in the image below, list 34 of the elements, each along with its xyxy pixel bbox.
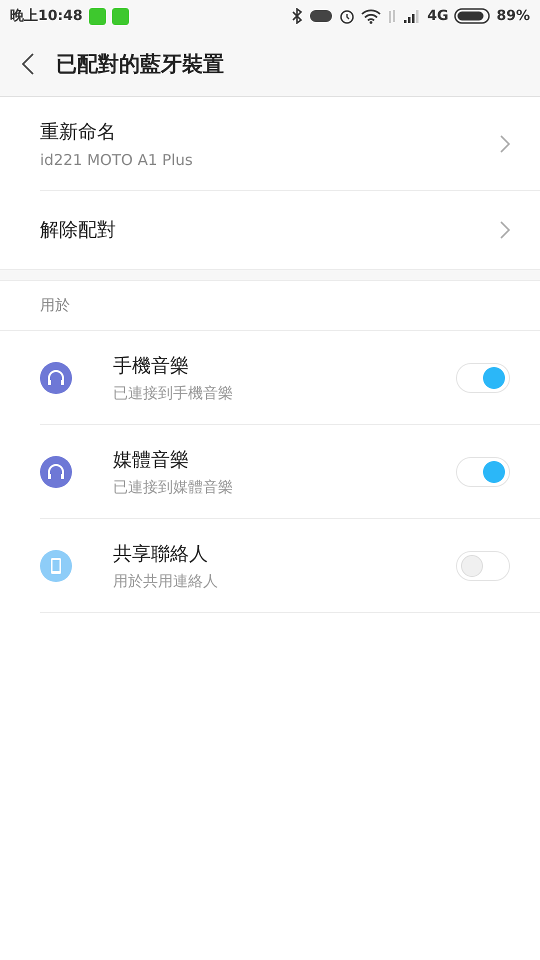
settings-item[interactable]: 重新命名 id221 MOTO A1 Plus <box>0 97 540 190</box>
toggle-switch[interactable] <box>456 456 510 486</box>
battery-icon <box>454 8 490 24</box>
data-arrows-icon <box>387 8 398 24</box>
item-label: 解除配對 <box>40 218 117 243</box>
profile-description: 用於共用連絡人 <box>113 572 219 590</box>
profile-description: 已連接到手機音樂 <box>113 384 234 402</box>
back-icon[interactable] <box>22 53 34 75</box>
app-notification-icon <box>88 8 106 24</box>
phone-icon <box>40 550 72 582</box>
profile-name: 共享聯絡人 <box>113 542 209 566</box>
chevron-icon <box>500 134 510 152</box>
app-notification-icon <box>112 8 129 24</box>
network-type: 4G <box>427 8 448 24</box>
item-subtitle: id221 MOTO A1 Plus <box>40 150 194 168</box>
alarm-icon <box>339 8 356 24</box>
section-title: 用於 <box>40 296 70 315</box>
status-time: 晚上10:48 <box>10 7 83 25</box>
toggle-switch[interactable] <box>456 550 510 580</box>
headphones-icon <box>40 456 72 488</box>
page-title: 已配對的藍牙裝置 <box>56 51 224 78</box>
chevron-icon <box>500 221 510 239</box>
headphones-icon <box>40 362 72 394</box>
toggle-icon <box>309 9 334 23</box>
profile-description: 已連接到媒體音樂 <box>113 478 234 496</box>
toggle-switch[interactable] <box>456 362 510 392</box>
signal-icon <box>403 9 422 23</box>
profile-name: 媒體音樂 <box>113 448 190 472</box>
profile-name: 手機音樂 <box>113 354 190 378</box>
settings-item[interactable]: 解除配對 <box>0 191 540 269</box>
battery-percent: 89% <box>496 8 530 24</box>
bluetooth-icon <box>291 8 304 24</box>
item-label: 重新命名 <box>40 120 117 144</box>
wifi-icon <box>361 8 382 24</box>
